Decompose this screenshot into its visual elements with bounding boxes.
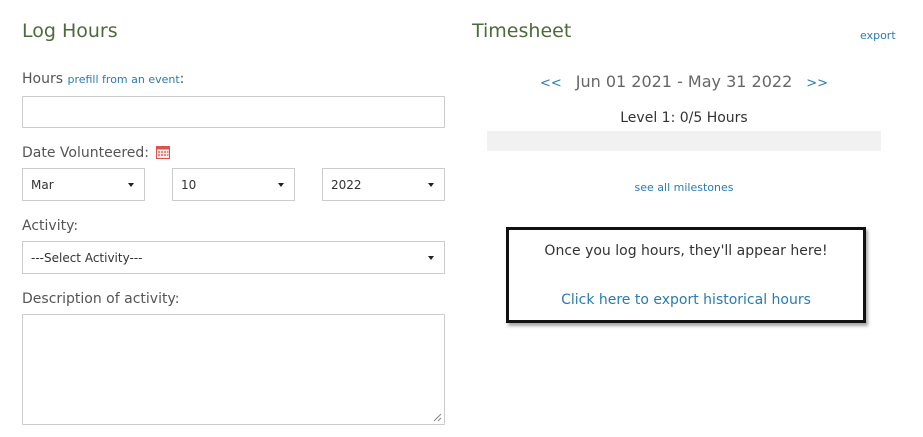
activity-select[interactable]: ---Select Activity--- [22, 241, 445, 274]
description-label: Description of activity: [22, 291, 180, 307]
export-historical-row: Click here to export historical hours [509, 289, 863, 308]
chevron-down-icon [428, 256, 434, 260]
date-volunteered-label-row: Date Volunteered: [22, 145, 171, 161]
month-select-value: Mar [31, 177, 54, 192]
activity-select-value: ---Select Activity--- [31, 250, 143, 265]
hours-label-colon: : [179, 71, 185, 87]
month-select[interactable]: Mar [22, 168, 145, 201]
day-select[interactable]: 10 [172, 168, 295, 201]
chevron-down-icon [428, 183, 434, 187]
resize-grip-icon[interactable] [433, 413, 442, 422]
level-progress-bar [487, 131, 881, 151]
log-hours-title: Log Hours [22, 20, 118, 42]
hours-label: Hours [22, 71, 64, 87]
date-range-nav: << Jun 01 2021 - May 31 2022 >> [487, 72, 881, 91]
calendar-icon[interactable] [156, 145, 171, 159]
export-historical-hours-link[interactable]: Click here to export historical hours [561, 292, 811, 308]
previous-period-link[interactable]: << [540, 76, 562, 91]
year-select[interactable]: 2022 [322, 168, 445, 201]
date-volunteered-label: Date Volunteered: [22, 145, 149, 161]
prefill-from-event-link[interactable]: prefill from an event [67, 73, 179, 86]
next-period-link[interactable]: >> [806, 76, 828, 91]
see-all-milestones-link[interactable]: see all milestones [635, 181, 734, 194]
timesheet-title: Timesheet [472, 20, 572, 42]
description-textarea[interactable] [22, 314, 445, 425]
milestones-link-row: see all milestones [487, 176, 881, 195]
empty-timesheet-box: Once you log hours, they'll appear here!… [506, 227, 866, 323]
year-select-value: 2022 [331, 177, 362, 192]
empty-message: Once you log hours, they'll appear here! [544, 243, 828, 259]
day-select-value: 10 [181, 177, 197, 192]
level-progress-text: Level 1: 0/5 Hours [620, 110, 748, 126]
export-link[interactable]: export [860, 29, 896, 42]
activity-label: Activity: [22, 218, 79, 234]
chevron-down-icon [278, 183, 284, 187]
date-range: Jun 01 2021 - May 31 2022 [575, 72, 793, 91]
hours-input[interactable] [22, 96, 445, 128]
chevron-down-icon [128, 183, 134, 187]
hours-label-row: Hours prefill from an event: [22, 71, 184, 87]
